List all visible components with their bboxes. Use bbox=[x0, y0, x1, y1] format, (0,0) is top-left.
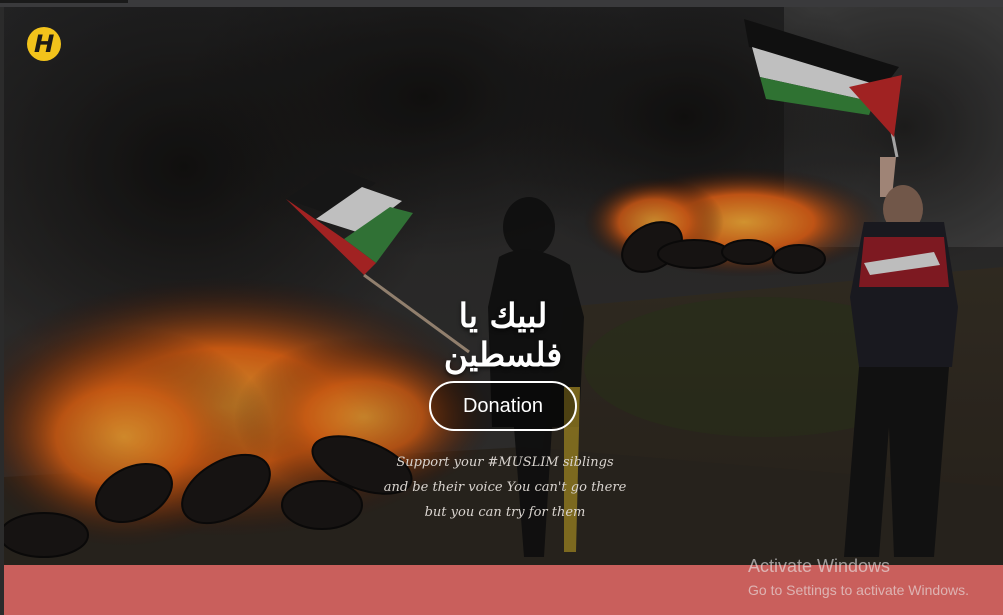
tagline-line: but you can try for them bbox=[424, 505, 586, 520]
hero-tagline: Support your #MUSLIM siblings and be the… bbox=[370, 450, 640, 525]
windows-activation-watermark: Activate Windows Go to Settings to activ… bbox=[748, 555, 969, 600]
watermark-title: Activate Windows bbox=[748, 556, 891, 576]
donation-button[interactable]: Donation bbox=[429, 381, 577, 431]
watermark-subtitle: Go to Settings to activate Windows. bbox=[748, 582, 969, 598]
site-logo[interactable]: H bbox=[27, 27, 61, 61]
tagline-line: Support your #MUSLIM siblings bbox=[396, 455, 614, 470]
hero-section: H لبيك يا فلسطين Donation Support your #… bbox=[4, 7, 1003, 565]
top-strip-segment bbox=[0, 0, 128, 3]
logo-glyph: H bbox=[30, 30, 58, 58]
browser-top-strip bbox=[0, 0, 1003, 7]
hero-headline: لبيك يا فلسطين bbox=[443, 296, 563, 374]
tagline-line: and be their voice You can't go there bbox=[383, 480, 627, 495]
